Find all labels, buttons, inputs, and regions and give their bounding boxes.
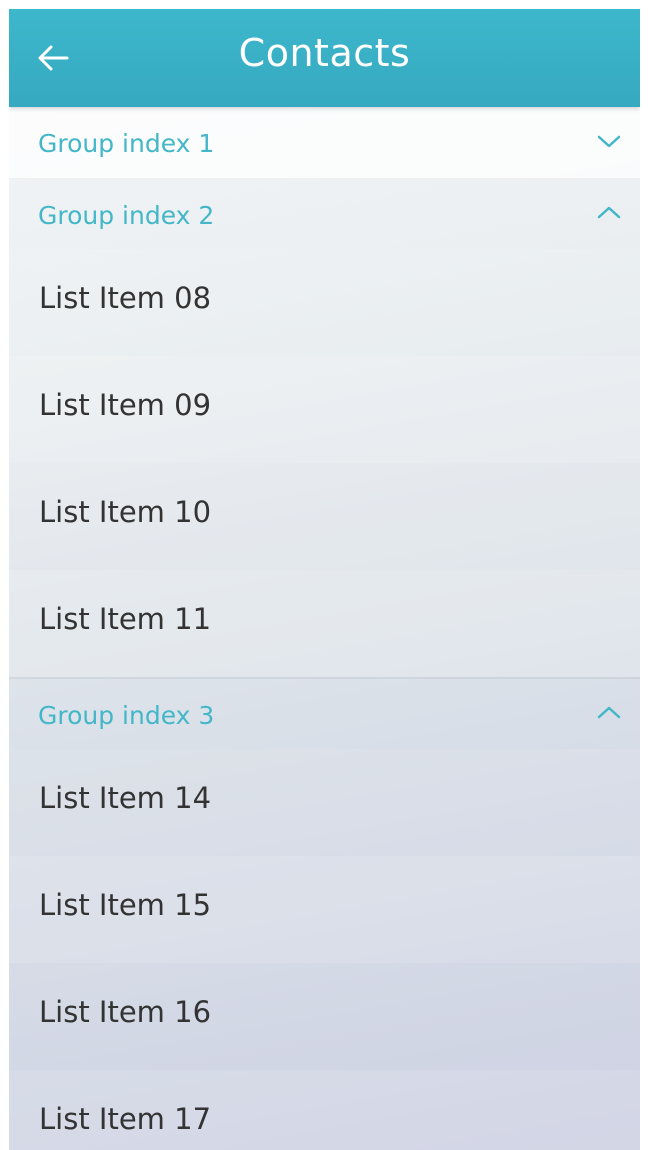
list-item[interactable]: List Item 14 [9,749,640,856]
group-label: Group index 1 [38,129,215,158]
contact-list: Group index 1 Group index 2 List Item 08… [9,107,640,1150]
list-item[interactable]: List Item 11 [9,570,640,677]
group-label: Group index 3 [38,701,215,730]
contacts-screen: Contacts Group index 1 Group index 2 Lis… [9,9,640,1150]
page-title: Contacts [238,31,411,75]
list-item-label: List Item 11 [39,602,212,636]
list-item-label: List Item 15 [39,888,212,922]
list-item[interactable]: List Item 15 [9,856,640,963]
chevron-up-icon [597,706,621,719]
list-item-label: List Item 14 [39,781,212,815]
chevron-up-icon [597,206,621,219]
group-header-1[interactable]: Group index 1 [9,107,640,179]
group-header-3[interactable]: Group index 3 [9,679,640,749]
chevron-down-icon [597,135,621,148]
list-item[interactable]: List Item 16 [9,963,640,1070]
list-item[interactable]: List Item 17 [9,1070,640,1150]
group-items-2: List Item 08 List Item 09 List Item 10 L… [9,249,640,677]
list-item[interactable]: List Item 08 [9,249,640,356]
list-item-label: List Item 08 [39,281,212,315]
list-item-label: List Item 10 [39,495,212,529]
app-header: Contacts [9,9,640,107]
group-label: Group index 2 [38,201,215,230]
list-item[interactable]: List Item 09 [9,356,640,463]
list-item-label: List Item 16 [39,995,212,1029]
list-item[interactable]: List Item 10 [9,463,640,570]
list-item-label: List Item 09 [39,388,212,422]
list-item-label: List Item 17 [39,1102,212,1136]
group-items-3: List Item 14 List Item 15 List Item 16 L… [9,749,640,1150]
group-header-2[interactable]: Group index 2 [9,179,640,249]
